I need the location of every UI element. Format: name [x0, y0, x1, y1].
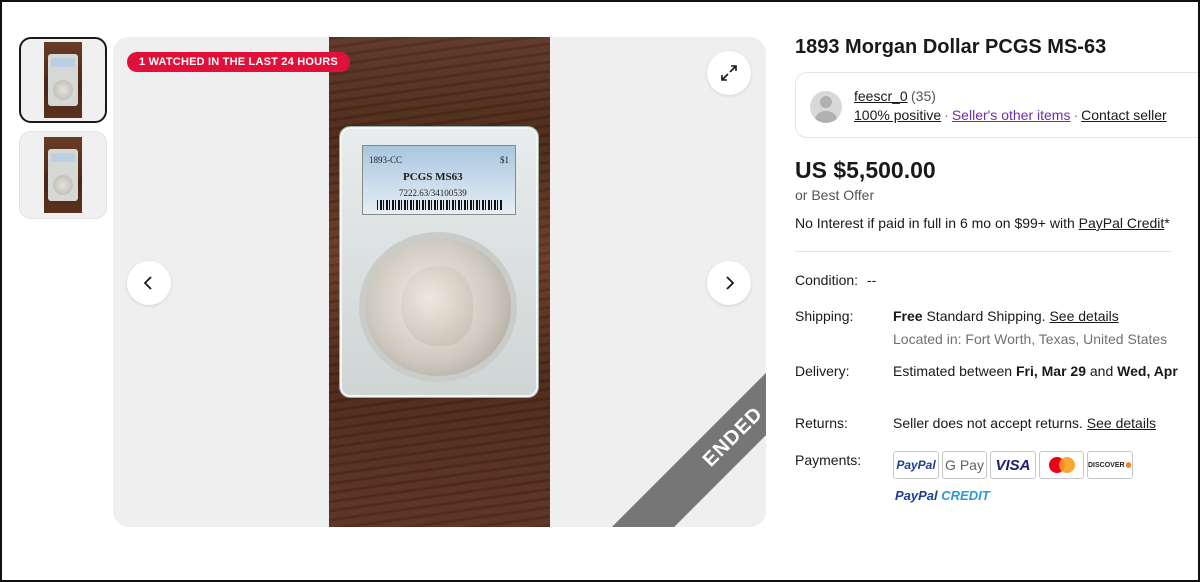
thumbnail-2[interactable] — [19, 131, 107, 219]
slab-grade: PCGS MS63 — [403, 171, 463, 183]
morgan-dollar-coin — [359, 232, 517, 382]
paypal-credit-offer: No Interest if paid in full in 6 mo on $… — [795, 215, 1170, 231]
seller-positive-link[interactable]: 100% positive — [854, 107, 941, 123]
paypal-credit-icon: PayPal CREDIT — [895, 488, 990, 503]
returns-details-link[interactable]: See details — [1087, 415, 1156, 431]
slab-denomination: $1 — [500, 155, 509, 165]
delivery-value: Estimated between Fri, Mar 29 and Wed, A… — [893, 363, 1178, 379]
slab-date: 1893-CC — [369, 155, 403, 165]
listing-frame: 1893-CC $1 PCGS MS63 7222.63/34100539 1 … — [0, 0, 1200, 582]
listing-title: 1893 Morgan Dollar PCGS MS-63 — [795, 36, 1107, 58]
shipping-details-link[interactable]: See details — [1049, 308, 1118, 324]
paypal-icon: PayPal — [893, 451, 939, 479]
ended-ribbon: ENDED — [590, 297, 766, 527]
expand-icon — [721, 65, 737, 81]
delivery-label: Delivery: — [795, 363, 850, 379]
chevron-left-icon — [143, 276, 152, 290]
paypal-credit-link[interactable]: PayPal Credit — [1079, 215, 1165, 231]
discover-icon: DISCOVER — [1087, 451, 1133, 479]
shipping-label: Shipping: — [795, 308, 854, 324]
barcode — [377, 200, 503, 210]
chevron-right-icon — [726, 276, 735, 290]
contact-seller-link[interactable]: Contact seller — [1081, 107, 1167, 123]
condition-label: Condition: — [795, 272, 859, 288]
returns-value: Seller does not accept returns. See deta… — [893, 415, 1157, 431]
seller-feedback-count: (35) — [911, 88, 936, 104]
payments-label: Payments: — [795, 452, 862, 468]
seller-links: 100% positive · Seller's other items · Conta… — [854, 107, 1167, 123]
expand-button[interactable] — [707, 51, 751, 95]
seller-name[interactable]: feescr_0 — [854, 88, 908, 104]
thumbnail-photo — [44, 42, 82, 118]
condition-value: -- — [867, 272, 877, 288]
google-pay-icon: G Pay — [942, 451, 987, 479]
image-gallery: 1893-CC $1 PCGS MS63 7222.63/34100539 1 … — [113, 37, 766, 527]
watch-badge: 1 WATCHED IN THE LAST 24 HOURS — [127, 52, 350, 72]
coin-slab: 1893-CC $1 PCGS MS63 7222.63/34100539 — [340, 127, 538, 397]
previous-image-button[interactable] — [127, 261, 171, 305]
mastercard-icon — [1039, 451, 1084, 479]
thumbnail-photo — [44, 137, 82, 213]
seller-other-items-link[interactable]: Seller's other items — [952, 107, 1071, 123]
price: US $5,500.00 — [795, 157, 936, 183]
divider — [795, 251, 1171, 252]
shipping-value: Free Standard Shipping. See details — [893, 308, 1119, 324]
returns-label: Returns: — [795, 415, 848, 431]
slab-label: 1893-CC $1 PCGS MS63 7222.63/34100539 — [362, 145, 516, 215]
seller-card: feescr_0 (35) 100% positive · Seller's oth… — [795, 72, 1198, 138]
best-offer-text: or Best Offer — [795, 187, 875, 203]
thumbnail-1[interactable] — [19, 37, 107, 123]
avatar[interactable] — [810, 91, 842, 123]
slab-cert: 7222.63/34100539 — [399, 188, 467, 198]
main-photo[interactable]: 1893-CC $1 PCGS MS63 7222.63/34100539 — [329, 37, 550, 527]
visa-icon: VISA — [990, 451, 1036, 479]
item-location: Located in: Fort Worth, Texas, United St… — [893, 331, 1168, 347]
